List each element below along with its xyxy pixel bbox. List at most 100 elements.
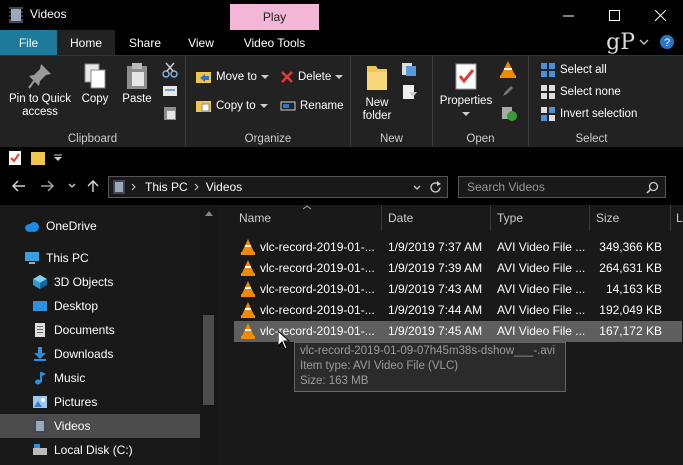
customize-qat-icon[interactable]: [54, 154, 62, 162]
new-group-label: New: [379, 133, 403, 145]
vlc-file-icon: [241, 302, 255, 318]
help-icon[interactable]: ?: [659, 34, 675, 50]
new-folder-qat-icon[interactable]: [31, 150, 45, 166]
file-date: 1/9/2019 7:45 AM: [388, 324, 483, 338]
tooltip-item-type: Item type: AVI Video File (VLC): [300, 360, 459, 372]
tooltip-size: Size: 163 MB: [300, 375, 369, 387]
pin-label-line1: Pin to Quick: [9, 93, 71, 105]
move-to-button[interactable]: Move to: [196, 68, 269, 86]
search-icon[interactable]: [646, 181, 659, 194]
file-date: 1/9/2019 7:43 AM: [388, 282, 483, 296]
edit-icon[interactable]: [501, 84, 515, 98]
properties-icon: [455, 63, 477, 90]
nav-item-desktop[interactable]: Desktop: [0, 294, 200, 318]
rename-label: Rename: [300, 100, 344, 112]
file-size: 192,049 KB: [599, 303, 662, 317]
select-none-button[interactable]: Select none: [541, 83, 621, 101]
tab-video-tools[interactable]: Video Tools: [230, 30, 319, 55]
dropdown-arrow-icon: [260, 75, 269, 79]
delete-label: Delete: [298, 71, 332, 83]
nav-label: Local Disk (C:): [54, 443, 133, 457]
scroll-up-icon[interactable]: [205, 211, 213, 217]
file-size: 167,172 KB: [599, 324, 662, 338]
move-folder-icon: [196, 72, 211, 83]
back-arrow-icon[interactable]: [12, 180, 26, 192]
up-arrow-icon[interactable]: [87, 179, 99, 193]
table-row[interactable]: vlc-record-2019-01-... 1/9/2019 7:39 AM …: [234, 258, 682, 279]
minimize-button[interactable]: [545, 0, 591, 30]
chevron-down-icon[interactable]: [639, 37, 649, 47]
tab-share[interactable]: Share: [117, 30, 173, 55]
clipboard-group-label: Clipboard: [67, 133, 118, 145]
address-bar[interactable]: This PC Videos: [108, 176, 448, 198]
cut-icon[interactable]: [162, 62, 178, 78]
column-divider[interactable]: [589, 205, 590, 231]
chevron-right-icon: [131, 183, 136, 191]
pin-to-quick-access-button[interactable]: Pin to Quick access: [4, 62, 76, 119]
tab-home[interactable]: Home: [57, 30, 115, 55]
nav-item-onedrive[interactable]: OneDrive: [0, 214, 200, 238]
invert-selection-button[interactable]: Invert selection: [541, 105, 637, 123]
easy-access-icon[interactable]: [401, 84, 419, 100]
maximize-icon: [608, 9, 620, 21]
column-header-type[interactable]: Type: [497, 205, 523, 231]
tab-file[interactable]: File: [0, 30, 57, 55]
column-header-size[interactable]: Size: [596, 205, 619, 231]
nav-item-pictures[interactable]: Pictures: [0, 390, 200, 414]
properties-button[interactable]: Properties: [437, 62, 495, 121]
breadcrumb-videos[interactable]: Videos: [206, 180, 242, 194]
nav-item-music[interactable]: Music: [0, 366, 200, 390]
column-divider[interactable]: [490, 205, 491, 231]
nav-item-local-disk[interactable]: Local Disk (C:): [0, 438, 200, 462]
copy-to-button[interactable]: Copy to: [196, 97, 268, 115]
column-divider[interactable]: [381, 205, 382, 231]
new-folder-button[interactable]: New folder: [357, 62, 397, 123]
nav-scroll-thumb[interactable]: [203, 315, 214, 405]
rename-button[interactable]: Rename: [280, 97, 343, 115]
nav-item-documents[interactable]: Documents: [0, 318, 200, 342]
videos-icon: [34, 419, 46, 433]
select-group: Select all Select none Invert selection …: [529, 56, 654, 148]
close-button[interactable]: [637, 0, 683, 30]
cube-icon: [33, 275, 47, 289]
quick-access-toolbar: [0, 147, 683, 169]
nav-scrollbar[interactable]: [200, 205, 218, 465]
column-header-date[interactable]: Date: [388, 205, 413, 231]
file-size: 264,631 KB: [599, 261, 662, 275]
nav-item-3d-objects[interactable]: 3D Objects: [0, 270, 200, 294]
copy-button[interactable]: Copy: [78, 62, 112, 106]
table-row[interactable]: vlc-record-2019-01-... 1/9/2019 7:37 AM …: [234, 237, 682, 258]
table-row[interactable]: vlc-record-2019-01-... 1/9/2019 7:44 AM …: [234, 300, 682, 321]
forward-arrow-icon[interactable]: [40, 180, 54, 192]
nav-item-downloads[interactable]: Downloads: [0, 342, 200, 366]
column-header-extra[interactable]: L: [676, 205, 683, 231]
tab-view[interactable]: View: [175, 30, 227, 55]
sort-ascending-icon: [303, 205, 311, 210]
table-row[interactable]: vlc-record-2019-01-... 1/9/2019 7:43 AM …: [234, 279, 682, 300]
nav-label: 3D Objects: [54, 275, 114, 289]
nav-item-this-pc[interactable]: This PC: [0, 246, 200, 270]
nav-label: Documents: [54, 323, 115, 337]
paste-shortcut-icon[interactable]: [162, 105, 178, 121]
nav-label: Pictures: [54, 395, 98, 409]
refresh-icon[interactable]: [429, 181, 442, 194]
select-all-button[interactable]: Select all: [541, 61, 607, 79]
properties-qat-icon[interactable]: [8, 150, 22, 166]
column-header-name[interactable]: Name: [239, 205, 271, 231]
history-icon[interactable]: [501, 105, 517, 121]
play-context-group: Play: [230, 4, 319, 30]
vlc-file-icon: [241, 260, 255, 276]
paste-button[interactable]: Paste: [118, 62, 156, 106]
breadcrumb-this-pc[interactable]: This PC: [145, 180, 188, 194]
nav-item-videos[interactable]: Videos: [0, 414, 200, 438]
maximize-button[interactable]: [591, 0, 637, 30]
new-item-icon[interactable]: [401, 62, 419, 78]
delete-button[interactable]: Delete: [280, 68, 344, 86]
recent-locations-icon[interactable]: [68, 183, 76, 189]
search-input[interactable]: Search Videos: [458, 176, 666, 198]
address-dropdown-icon[interactable]: [413, 185, 421, 191]
copy-path-icon[interactable]: [162, 84, 178, 98]
table-row-selected[interactable]: vlc-record-2019-01-... 1/9/2019 7:45 AM …: [234, 321, 682, 342]
vlc-open-icon[interactable]: [499, 60, 517, 78]
column-divider[interactable]: [670, 205, 671, 231]
